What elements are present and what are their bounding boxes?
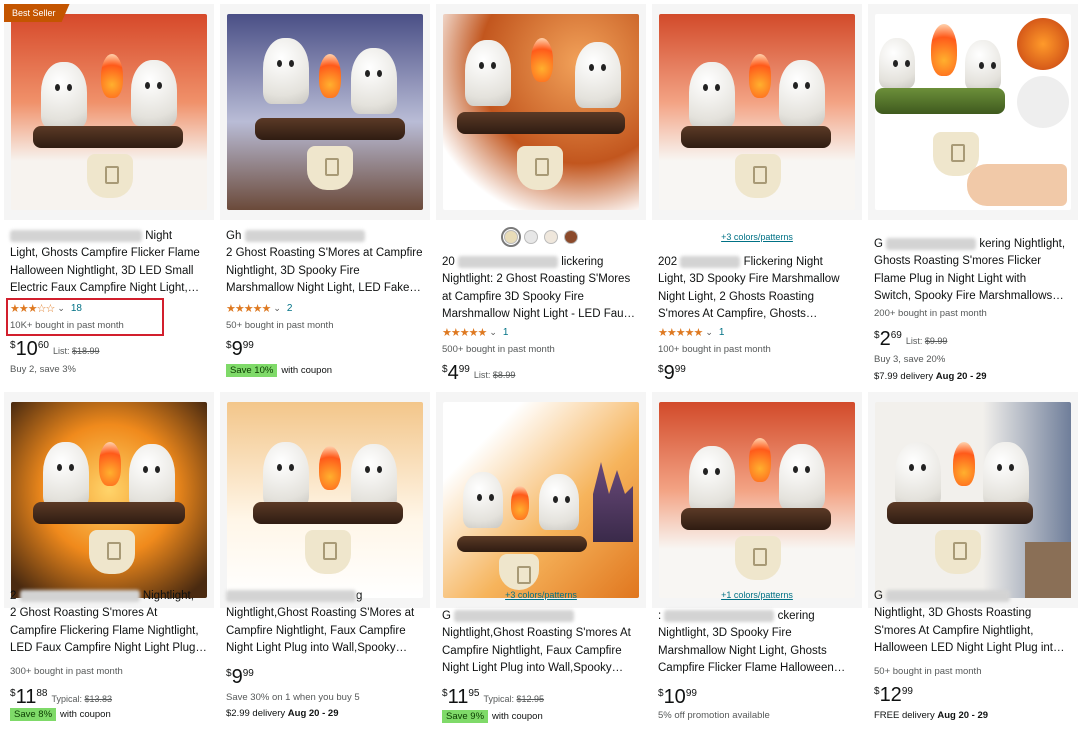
product-card[interactable]: Best Seller Night Night Light, Ghosts Ca… xyxy=(4,4,214,384)
rating[interactable]: ★★★★★ ⌄ 1 xyxy=(442,326,508,339)
coupon-badge[interactable]: Save 10% xyxy=(226,364,278,377)
promo-text: Buy 2, save 3% xyxy=(10,364,77,375)
product-title[interactable]: 202 Flickering Night Light, 3D Spooky Fi… xyxy=(658,254,858,324)
product-title[interactable]: Gh 2 Ghost Roasting S'Mores at Campfire … xyxy=(226,228,426,298)
colors-patterns-link[interactable]: +3 colors/patterns xyxy=(436,590,646,600)
product-title[interactable]: : ckering Nightlight, 3D Spooky Fire Mar… xyxy=(658,608,858,678)
product-image[interactable] xyxy=(220,392,430,608)
delivery-info: FREE delivery Aug 20 - 29 xyxy=(874,710,989,721)
best-seller-badge: Best Seller xyxy=(4,4,70,22)
list-price: List: $9.99 xyxy=(905,336,948,346)
price[interactable]: $10 60 xyxy=(10,338,49,360)
product-image[interactable] xyxy=(436,392,646,608)
swatch-brown[interactable] xyxy=(564,230,578,244)
delivery-info: $2.99 delivery Aug 20 - 29 xyxy=(226,708,339,719)
swatch-ivory[interactable] xyxy=(544,230,558,244)
product-image[interactable] xyxy=(436,4,646,220)
coupon-badge[interactable]: Save 9% xyxy=(442,710,489,723)
price-row[interactable]: $10 99 xyxy=(658,686,697,708)
price[interactable]: $2 69 xyxy=(874,328,902,350)
star-rating-icon: ★★★★★ xyxy=(226,303,271,315)
product-card[interactable]: g Nightlight,Ghost Roasting S'Mores at C… xyxy=(220,392,430,730)
rating[interactable]: ★★★★★ ⌄ 1 xyxy=(658,326,724,339)
highlight-box xyxy=(6,298,164,336)
product-image[interactable] xyxy=(652,4,862,220)
price[interactable]: $11 95 xyxy=(442,686,479,708)
review-count[interactable]: 1 xyxy=(503,327,509,338)
product-title[interactable]: g Nightlight,Ghost Roasting S'Mores at C… xyxy=(226,588,426,658)
price-row[interactable]: $2 69 List: $9.99 xyxy=(874,328,947,350)
product-title[interactable]: G Nightlight,Ghost Roasting S'mores At C… xyxy=(442,608,642,678)
price-row[interactable]: $12 99 xyxy=(874,684,913,706)
price-row[interactable]: $11 88 Typical: $13.83 xyxy=(10,686,112,708)
star-rating-icon: ★★★★★ xyxy=(658,327,703,339)
swatch-grey[interactable] xyxy=(524,230,538,244)
bought-count: 300+ bought in past month xyxy=(10,666,123,677)
product-card[interactable]: 20 lickering Nightlight: 2 Ghost Roastin… xyxy=(436,4,646,384)
price-row[interactable]: $9 99 xyxy=(226,666,254,688)
product-image[interactable] xyxy=(868,392,1078,608)
list-price: List: $8.99 xyxy=(473,370,516,380)
promo-text: 5% off promotion available xyxy=(658,710,770,721)
bought-count: 200+ bought in past month xyxy=(874,308,987,319)
delivery-info: $7.99 delivery Aug 20 - 29 xyxy=(874,371,987,382)
price[interactable]: $9 99 xyxy=(226,666,254,688)
price-row[interactable]: $9 99 xyxy=(658,362,686,384)
price[interactable]: $10 99 xyxy=(658,686,697,708)
product-title[interactable]: Night Night Light, Ghosts Campfire Flick… xyxy=(10,228,210,298)
review-count[interactable]: 1 xyxy=(719,327,725,338)
list-price: List: $18.99 xyxy=(52,346,100,356)
chevron-down-icon[interactable]: ⌄ xyxy=(705,327,713,338)
colors-patterns-link[interactable]: +1 colors/patterns xyxy=(652,590,862,600)
chevron-down-icon[interactable]: ⌄ xyxy=(273,303,281,314)
list-price: Typical: $13.83 xyxy=(51,694,113,704)
star-rating-icon: ★★★★★ xyxy=(442,327,487,339)
price-row[interactable]: $11 95 Typical: $12.95 xyxy=(442,686,544,708)
promo-text: Buy 3, save 20% xyxy=(874,354,946,365)
price-row[interactable]: $10 60 List: $18.99 xyxy=(10,338,100,360)
chevron-down-icon[interactable]: ⌄ xyxy=(489,327,497,338)
price[interactable]: $9 99 xyxy=(658,362,686,384)
bought-count: 100+ bought in past month xyxy=(658,344,771,355)
product-image[interactable] xyxy=(868,4,1078,220)
product-card[interactable]: +3 colors/patterns G Nightlight,Ghost Ro… xyxy=(436,392,646,730)
bought-count: 50+ bought in past month xyxy=(226,320,334,331)
results-grid: Best Seller Night Night Light, Ghosts Ca… xyxy=(4,4,1078,730)
review-count[interactable]: 2 xyxy=(287,303,293,314)
product-card[interactable]: Gh 2 Ghost Roasting S'Mores at Campfire … xyxy=(220,4,430,384)
bought-count: 500+ bought in past month xyxy=(442,344,555,355)
product-title[interactable]: G Nightlight, 3D Ghosts Roasting S'mores… xyxy=(874,588,1074,658)
price-row[interactable]: $9 99 xyxy=(226,338,254,360)
price-row[interactable]: $4 99 List: $8.99 xyxy=(442,362,515,384)
coupon[interactable]: Save 10% with coupon xyxy=(226,364,332,377)
product-image[interactable] xyxy=(4,4,214,220)
promo-text: Save 30% on 1 when you buy 5 xyxy=(226,692,360,703)
product-card[interactable]: +1 colors/patterns : ckering Nightlight,… xyxy=(652,392,862,730)
product-card[interactable]: G Nightlight, 3D Ghosts Roasting S'mores… xyxy=(868,392,1078,730)
coupon[interactable]: Save 8% with coupon xyxy=(10,708,111,721)
rating[interactable]: ★★★★★ ⌄ 2 xyxy=(226,302,292,315)
coupon-badge[interactable]: Save 8% xyxy=(10,708,57,721)
product-image[interactable] xyxy=(652,392,862,608)
list-price: Typical: $12.95 xyxy=(483,694,545,704)
product-card[interactable]: G kering Nightlight, Ghosts Roasting S'm… xyxy=(868,4,1078,384)
price[interactable]: $12 99 xyxy=(874,684,913,706)
product-image[interactable] xyxy=(220,4,430,220)
price[interactable]: $4 99 xyxy=(442,362,470,384)
colors-patterns-link[interactable]: +3 colors/patterns xyxy=(652,232,862,242)
product-title[interactable]: 2 Nightlight, 2 Ghost Roasting S'mores A… xyxy=(10,588,210,658)
swatch-cream[interactable] xyxy=(501,227,521,247)
bought-count: 50+ bought in past month xyxy=(874,666,982,677)
price[interactable]: $9 99 xyxy=(226,338,254,360)
coupon[interactable]: Save 9% with coupon xyxy=(442,710,543,723)
product-title[interactable]: 20 lickering Nightlight: 2 Ghost Roastin… xyxy=(442,254,642,324)
product-card[interactable]: +3 colors/patterns 202 Flickering Night … xyxy=(652,4,862,384)
price[interactable]: $11 88 xyxy=(10,686,47,708)
color-swatches[interactable] xyxy=(436,227,646,247)
product-image[interactable] xyxy=(4,392,214,608)
product-title[interactable]: G kering Nightlight, Ghosts Roasting S'm… xyxy=(874,236,1074,306)
product-card[interactable]: 2 Nightlight, 2 Ghost Roasting S'mores A… xyxy=(4,392,214,730)
